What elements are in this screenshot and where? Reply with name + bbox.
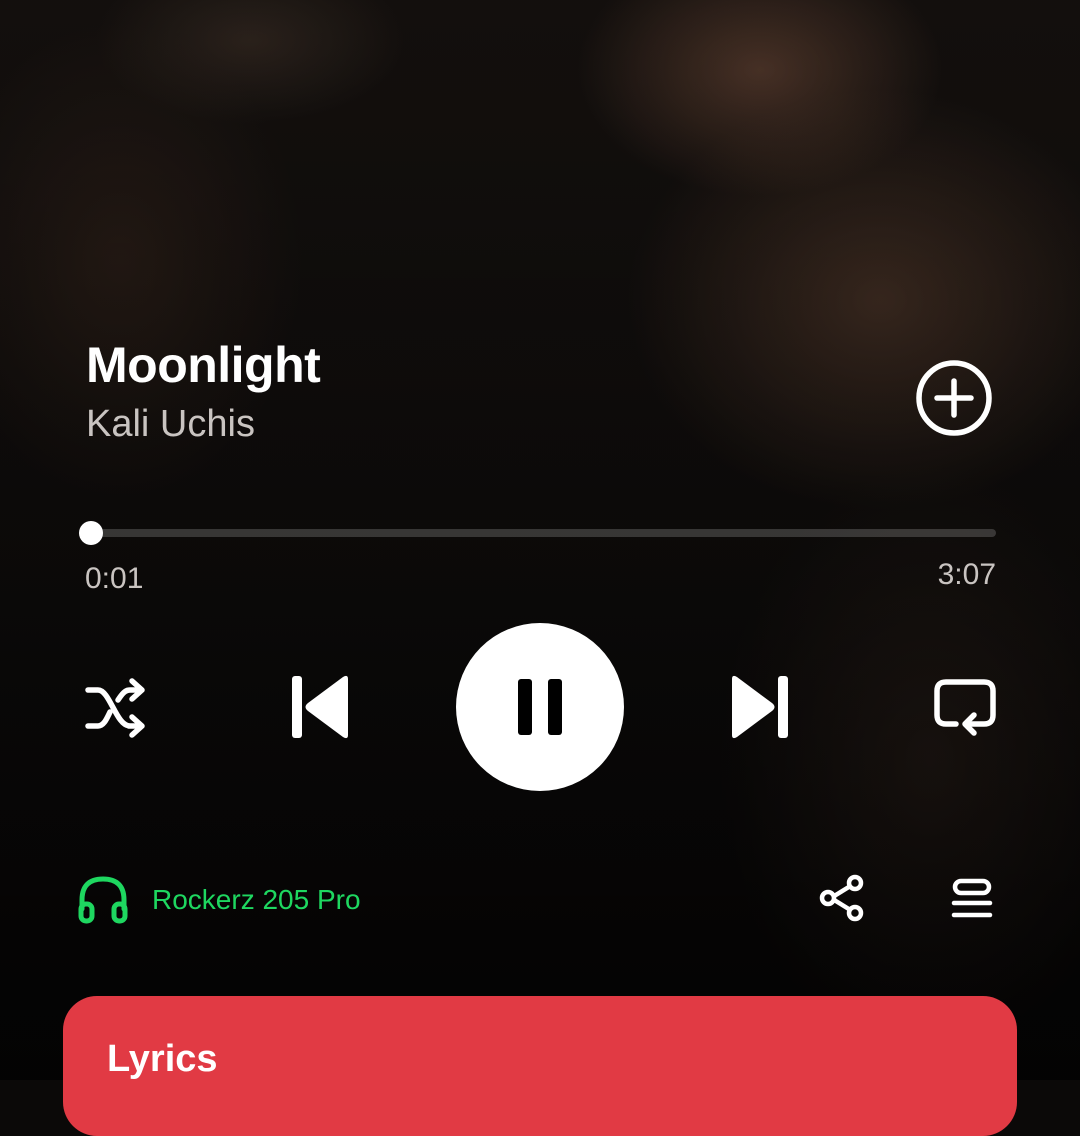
progress-handle[interactable] [78,521,103,545]
skip-previous-icon [292,675,348,739]
share-button[interactable] [818,874,866,922]
repeat-button[interactable] [930,674,1000,740]
skip-next-icon [732,675,788,739]
queue-icon [951,878,993,918]
pause-button[interactable] [456,623,624,791]
artist-name[interactable]: Kali Uchis [86,403,255,446]
track-title[interactable]: Moonlight [86,336,321,394]
headphones-icon [78,876,128,924]
lyrics-card[interactable]: Lyrics [63,996,1017,1136]
plus-circle-icon [916,360,992,436]
queue-button[interactable] [948,876,996,924]
device-name: Rockerz 205 Pro [152,884,361,915]
next-track-button[interactable] [724,670,794,744]
shuffle-icon [85,678,145,738]
lyrics-heading: Lyrics [107,1038,218,1080]
progress-bar[interactable] [78,521,996,545]
total-duration: 3:07 [937,558,996,591]
repeat-icon [934,679,996,736]
elapsed-time: 0:01 [85,562,144,595]
share-icon [819,874,864,922]
connected-device[interactable]: Rockerz 205 Pro [76,870,361,930]
pause-icon [518,679,562,735]
previous-track-button[interactable] [286,670,356,744]
shuffle-button[interactable] [82,676,150,740]
add-to-library-button[interactable] [914,358,994,438]
